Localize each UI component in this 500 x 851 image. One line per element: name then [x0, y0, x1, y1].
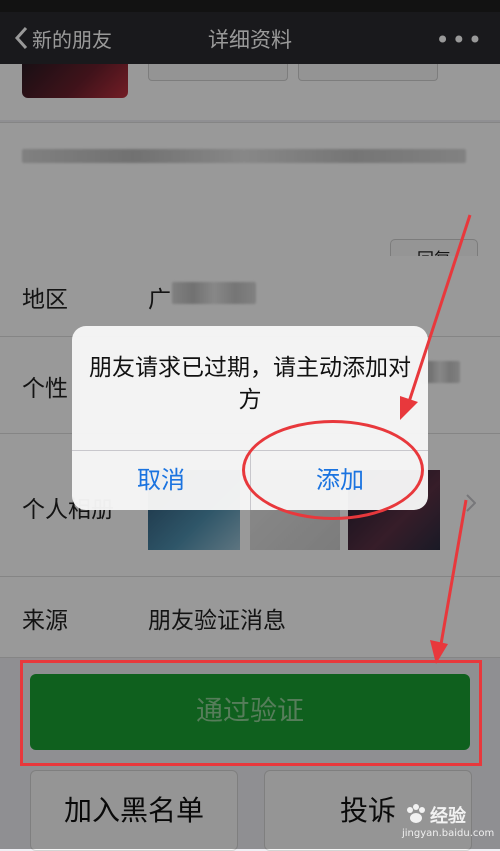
watermark-site: jingyan.baidu.com [402, 828, 495, 839]
watermark-brand: 经验 [430, 806, 466, 827]
paw-icon [407, 804, 425, 823]
watermark: 经验 jingyan.baidu.com [402, 800, 498, 844]
annotation-arrows [400, 214, 472, 664]
